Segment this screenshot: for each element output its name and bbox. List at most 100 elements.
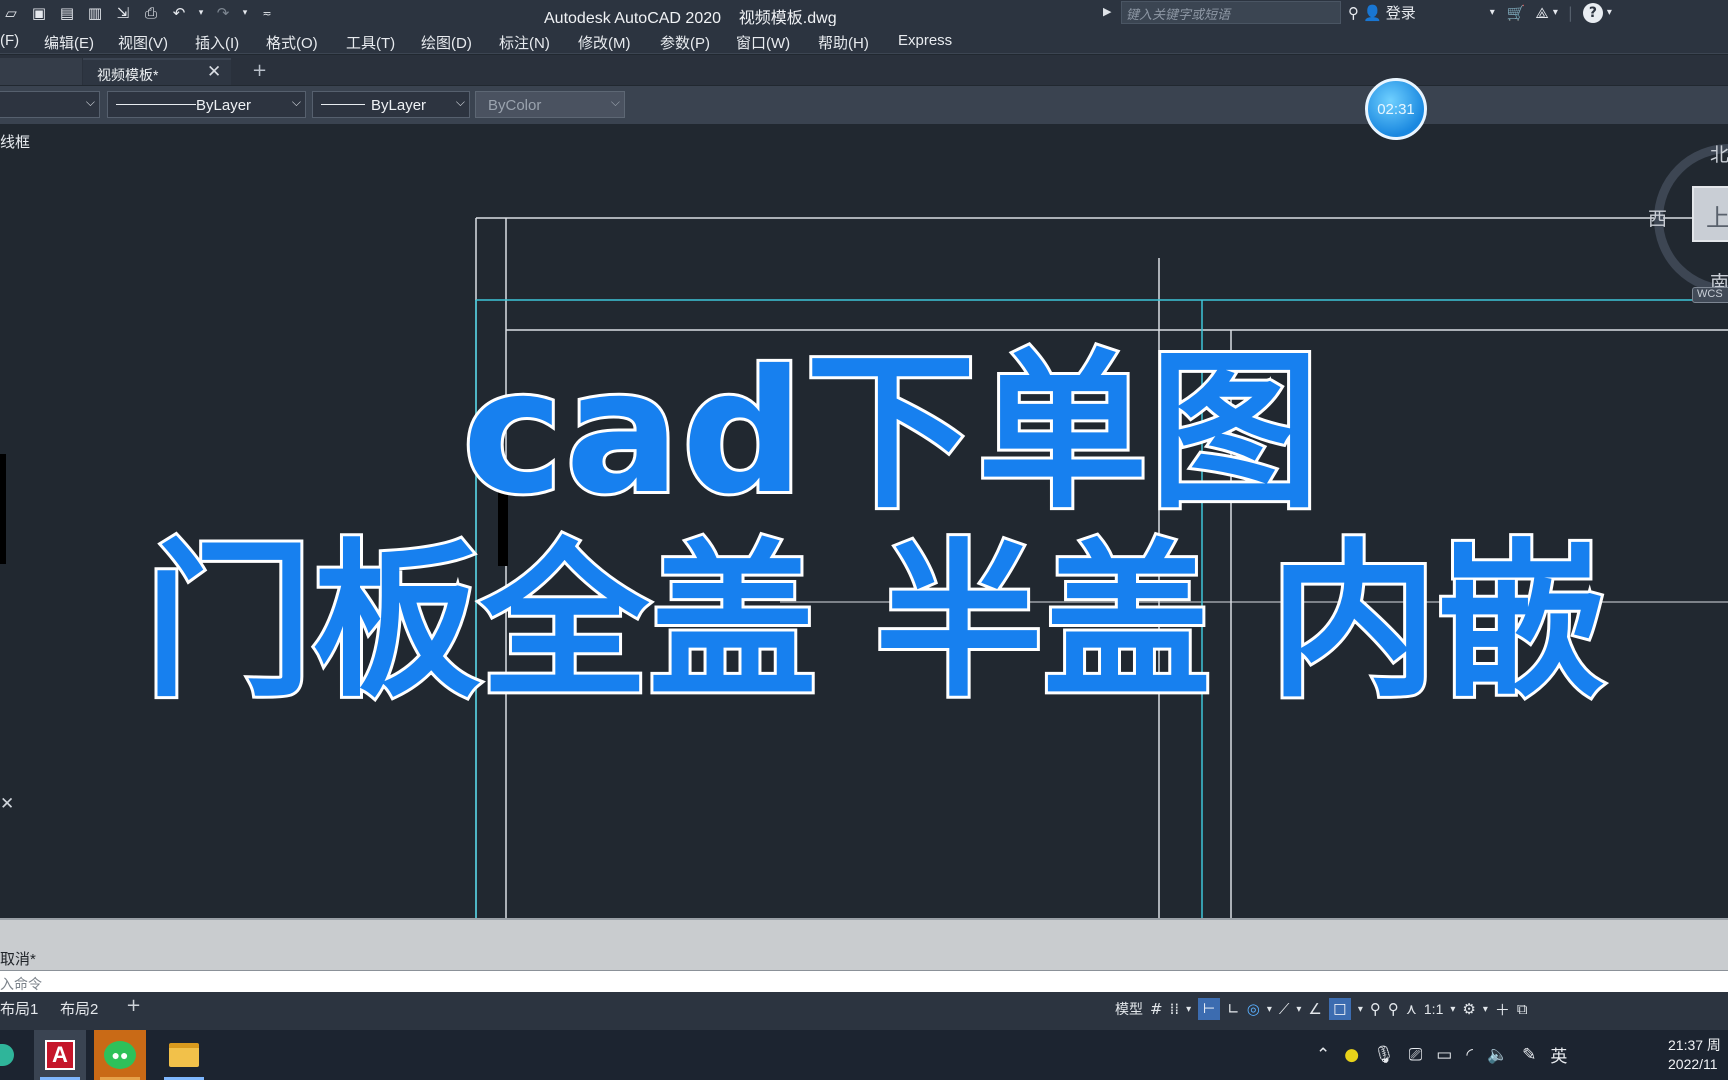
infer-constraints-icon[interactable]: ⊢ — [1198, 998, 1221, 1020]
linetype-preview — [116, 104, 196, 105]
menu-parametric[interactable]: 参数(P) — [660, 32, 710, 53]
linetype-dropdown[interactable]: ByLayer ⌵ — [107, 91, 306, 118]
menu-express[interactable]: Express — [898, 32, 952, 49]
isodraft-dropdown-icon[interactable]: ▾ — [1296, 1004, 1301, 1015]
gear-dropdown-icon[interactable]: ▾ — [1483, 1004, 1488, 1015]
system-clock[interactable]: 21:37 周 2022/11 — [1668, 1036, 1721, 1074]
viewcube-west[interactable]: 西 — [1648, 204, 1667, 231]
viewcube-top-face[interactable]: 上 — [1692, 186, 1728, 242]
cart-icon[interactable]: 🛒 — [1507, 4, 1526, 22]
annotation-scale-icon[interactable]: ⋏ — [1406, 1000, 1417, 1018]
undo-dropdown-icon[interactable]: ▾ — [196, 2, 206, 24]
object-snap-tracking-icon[interactable]: ∠ — [1308, 1000, 1321, 1018]
menu-help[interactable]: 帮助(H) — [818, 32, 869, 53]
redo-dropdown-icon[interactable]: ▾ — [240, 2, 250, 24]
polar-tracking-icon[interactable]: ◎ — [1247, 1000, 1260, 1018]
login-button[interactable]: 登录 — [1386, 2, 1416, 23]
open-icon[interactable]: ▱ — [0, 2, 22, 24]
annotation-visibility-icon[interactable]: ⚲ — [1370, 1000, 1381, 1018]
save-icon[interactable]: ▣ — [28, 2, 50, 24]
microphone-icon[interactable]: 🎙 — [1373, 1045, 1395, 1065]
add-icon[interactable]: ＋ — [1495, 999, 1510, 1020]
add-layout-icon[interactable]: + — [126, 995, 141, 1016]
menu-edit[interactable]: 编辑(E) — [44, 32, 94, 53]
new-tab-button[interactable]: + — [252, 60, 267, 81]
tab-layout1[interactable]: 布局1 — [0, 998, 38, 1019]
battery-icon[interactable]: ▭ — [1436, 1045, 1452, 1065]
command-placeholder: 入命令 — [0, 976, 42, 992]
isolate-objects-icon[interactable]: ⧉ — [1517, 1000, 1528, 1018]
login-dropdown-icon[interactable]: ▾ — [1490, 7, 1495, 18]
pen-icon[interactable]: ✎ — [1522, 1045, 1536, 1065]
annotation-scale-value[interactable]: 1:1 — [1424, 1001, 1443, 1017]
a360-icon[interactable]: ⟁ — [1535, 4, 1548, 22]
customize-qat-icon[interactable]: ≂ — [256, 2, 278, 24]
tab-drawing[interactable]: 视频模板* ✕ — [83, 58, 231, 85]
taskbar-explorer[interactable] — [158, 1030, 210, 1080]
menu-tools[interactable]: 工具(T) — [346, 32, 395, 53]
wifi-icon[interactable]: ◜ — [1466, 1045, 1473, 1065]
lineweight-dropdown[interactable]: ByLayer ⌵ — [312, 91, 470, 118]
undo-icon[interactable]: ↶ — [168, 2, 190, 24]
viewcube-north[interactable]: 北 — [1710, 140, 1728, 167]
color-dropdown[interactable]: ⌵ — [0, 91, 100, 118]
chevron-down-icon: ⌵ — [85, 95, 95, 109]
save-as-icon[interactable]: ▤ — [56, 2, 78, 24]
wechat-icon: ●● — [104, 1041, 136, 1069]
print-icon[interactable]: ⎙ — [140, 2, 162, 24]
start-tab[interactable] — [0, 58, 82, 85]
publish-icon[interactable]: ▥ — [84, 2, 106, 24]
model-space-button[interactable]: 模型 — [1115, 999, 1143, 1019]
menu-modify[interactable]: 修改(M) — [578, 32, 631, 53]
object-snap-dropdown-icon[interactable]: ▾ — [1358, 1004, 1363, 1015]
wcs-menu[interactable]: WCS — [1692, 287, 1728, 303]
properties-bar: ⌵ ByLayer ⌵ ByLayer ⌵ ByColor ⌵ — [0, 86, 1728, 124]
export-icon[interactable]: ⇲ — [112, 2, 134, 24]
help-icon[interactable]: ? — [1582, 2, 1603, 23]
folder-icon — [169, 1043, 199, 1067]
menu-draw[interactable]: 绘图(D) — [421, 32, 472, 53]
menu-file[interactable]: (F) — [0, 32, 19, 49]
menu-format[interactable]: 格式(O) — [266, 32, 318, 53]
a360-dropdown-icon[interactable]: ▾ — [1553, 7, 1558, 18]
binoculars-icon[interactable]: ⚲ — [1348, 4, 1359, 22]
taskbar-wechat[interactable]: ●● — [94, 1030, 146, 1080]
user-icon[interactable]: 👤 — [1363, 4, 1382, 22]
taskbar-autocad[interactable]: A — [34, 1030, 86, 1080]
autocad-icon: A — [45, 1040, 75, 1070]
chevron-up-icon[interactable]: ⌃ — [1316, 1045, 1330, 1065]
command-history: 取消* — [0, 951, 36, 968]
linetype-value: ByLayer — [196, 97, 252, 114]
scale-dropdown-icon[interactable]: ▾ — [1450, 1004, 1455, 1015]
overlay-title-line2: 门板全盖 半盖 内嵌 — [142, 524, 1609, 720]
command-window: 取消* 入命令 — [0, 918, 1728, 992]
menu-view[interactable]: 视图(V) — [118, 32, 168, 53]
command-input[interactable]: 入命令 — [0, 970, 1728, 992]
tab-layout2[interactable]: 布局2 — [60, 998, 98, 1019]
help-dropdown-icon[interactable]: ▾ — [1607, 7, 1612, 18]
viewport-style-label[interactable]: 线框 — [0, 131, 30, 152]
polar-dropdown-icon[interactable]: ▾ — [1267, 1004, 1272, 1015]
snap-dropdown-icon[interactable]: ▾ — [1186, 1004, 1191, 1015]
menu-insert[interactable]: 插入(I) — [195, 32, 239, 53]
menu-window[interactable]: 窗口(W) — [736, 32, 790, 53]
search-input[interactable]: 键入关键字或短语 — [1121, 1, 1341, 24]
ortho-icon[interactable]: ∟ — [1227, 1000, 1240, 1018]
auto-scale-icon[interactable]: ⚲ — [1388, 1000, 1399, 1018]
edge-browser-icon[interactable] — [0, 1044, 14, 1066]
screen-capture-icon[interactable]: ⎚ — [1409, 1045, 1423, 1065]
volume-icon[interactable]: 🔈 — [1487, 1045, 1508, 1065]
gear-icon[interactable]: ⚙ — [1462, 1000, 1475, 1018]
input-method-indicator[interactable]: 英 — [1550, 1042, 1567, 1067]
chevron-down-icon: ⌵ — [291, 95, 301, 109]
close-tab-icon[interactable]: ✕ — [207, 62, 221, 82]
titlebar-right-tools: ⚲ 👤 登录 ▾ 🛒 ⟁ ▾ | ? ▾ — [1348, 2, 1612, 23]
wechat-tray-icon[interactable]: ● — [1344, 1045, 1359, 1065]
redo-icon[interactable]: ↷ — [212, 2, 234, 24]
object-snap-icon[interactable]: □ — [1328, 998, 1351, 1020]
menu-dimension[interactable]: 标注(N) — [499, 32, 550, 53]
search-expand-icon[interactable]: ▶ — [1103, 5, 1111, 18]
isodraft-icon[interactable]: ⟋ — [1279, 1000, 1290, 1018]
grid-icon[interactable]: # — [1150, 1000, 1163, 1018]
snap-icon[interactable]: ⁞⁞ — [1170, 1000, 1180, 1018]
